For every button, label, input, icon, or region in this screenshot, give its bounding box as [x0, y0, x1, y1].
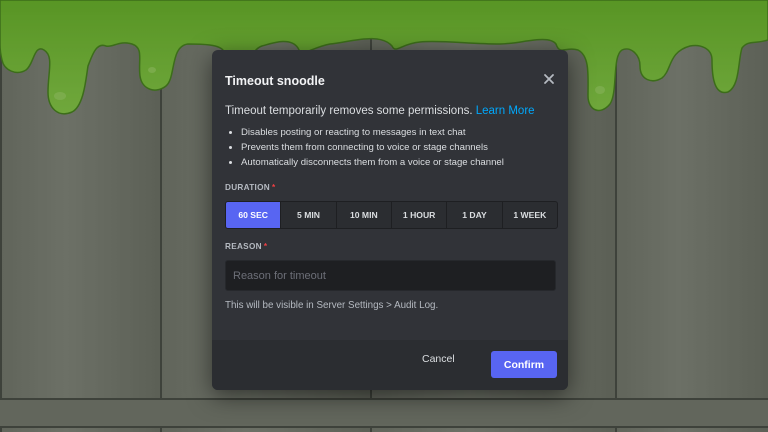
close-button[interactable] [540, 70, 558, 88]
permissions-list: Disables posting or reacting to messages… [225, 125, 504, 170]
list-item: Prevents them from connecting to voice o… [241, 140, 504, 155]
modal-footer: Cancel Confirm [212, 340, 568, 390]
duration-option-10-min[interactable]: 10 MIN [335, 202, 391, 228]
list-item: Automatically disconnects them from a vo… [241, 155, 504, 170]
timeout-modal: Timeout snoodle Timeout temporarily remo… [212, 50, 568, 390]
learn-more-link[interactable]: Learn More [476, 105, 535, 117]
duration-option-1-week[interactable]: 1 WEEK [501, 202, 557, 228]
duration-label: DURATION * [225, 183, 276, 192]
description-text: Timeout temporarily removes some permiss… [225, 105, 473, 117]
duration-option-1-hour[interactable]: 1 HOUR [390, 202, 446, 228]
required-asterisk: * [263, 242, 268, 251]
confirm-button[interactable]: Confirm [491, 351, 557, 378]
cancel-button[interactable]: Cancel [422, 353, 455, 365]
duration-selector: 60 SEC 5 MIN 10 MIN 1 HOUR 1 DAY 1 WEEK [225, 201, 558, 229]
duration-option-60-sec[interactable]: 60 SEC [226, 202, 281, 228]
close-icon [544, 74, 554, 84]
list-item: Disables posting or reacting to messages… [241, 125, 504, 140]
audit-log-note: This will be visible in Server Settings … [225, 300, 439, 311]
duration-option-1-day[interactable]: 1 DAY [446, 202, 501, 228]
reason-input[interactable] [225, 260, 556, 291]
duration-option-5-min[interactable]: 5 MIN [280, 202, 335, 228]
required-asterisk: * [272, 183, 276, 192]
modal-description: Timeout temporarily removes some permiss… [225, 105, 535, 117]
modal-title: Timeout snoodle [225, 74, 325, 88]
duration-label-text: DURATION [225, 183, 270, 192]
reason-label: REASON * [225, 242, 267, 251]
reason-label-text: REASON [225, 242, 262, 251]
